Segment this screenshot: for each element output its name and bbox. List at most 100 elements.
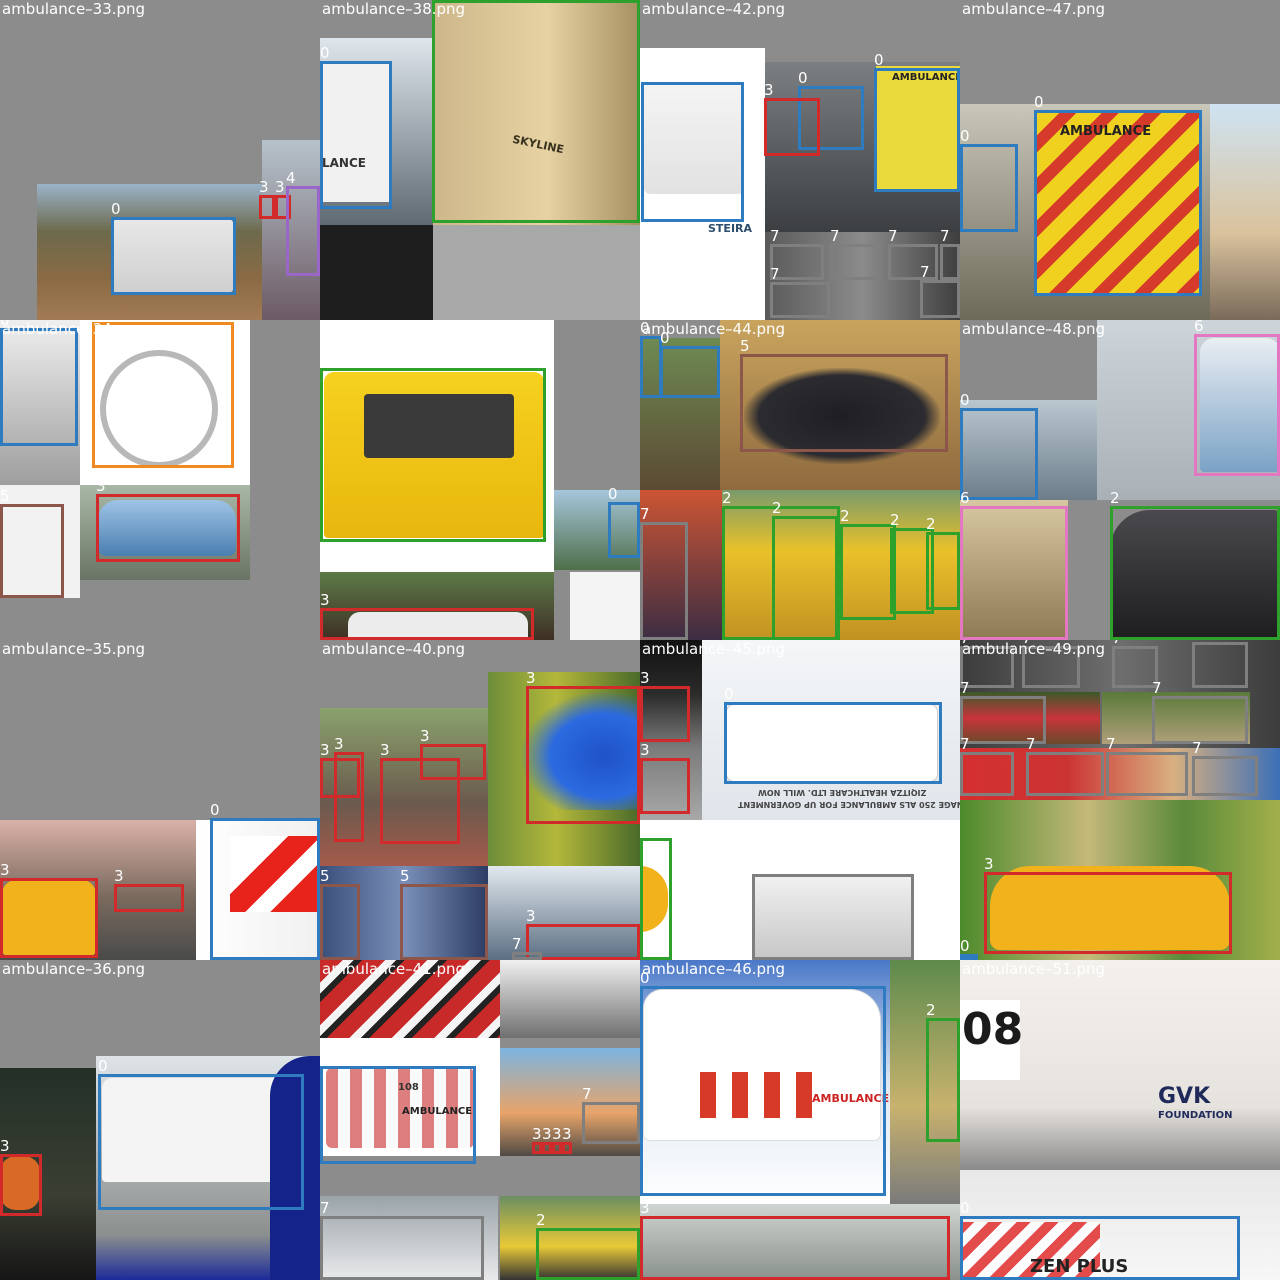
class-label: 7: [1026, 735, 1036, 753]
bbox: 0: [874, 52, 960, 192]
bbox: 3: [334, 736, 364, 842]
bbox: 0: [111, 201, 236, 295]
class-label: 3: [96, 477, 106, 495]
bbox: 6: [960, 490, 1068, 640]
bbox: 7: [1026, 736, 1104, 796]
image-lettering: GVK: [1158, 1084, 1211, 1109]
bbox: 7: [770, 266, 830, 318]
bbox: 5: [320, 868, 360, 960]
bbox: 3: [114, 868, 184, 912]
bbox: 7: [1192, 740, 1258, 796]
class-label: 7: [770, 227, 780, 245]
class-label: 5: [0, 487, 10, 505]
bbox: 6: [1194, 320, 1280, 476]
tile-filename: ambulance–48.png: [962, 320, 1106, 338]
class-label: 3: [552, 1125, 562, 1143]
tile-ambulance-40: ambulance–40.png 3 3 3 3 3 5 5 3 7: [320, 640, 640, 960]
bbox: 7: [940, 228, 960, 280]
bbox: [432, 0, 640, 223]
class-label: 3: [562, 1125, 572, 1143]
class-label: 0: [641, 65, 651, 83]
bbox: 0: [320, 1050, 476, 1164]
image-patch: [500, 960, 640, 1038]
class-label: 7: [940, 227, 950, 245]
tile-filename: ambulance–33.png: [2, 0, 146, 18]
tile-filename: ambulance–51.png: [962, 960, 1106, 978]
class-label: 2: [890, 511, 900, 529]
class-label: 5: [400, 867, 410, 885]
class-label: 0: [210, 801, 220, 819]
bbox: 0: [960, 392, 1038, 500]
bbox: 0: [0, 320, 78, 446]
tile-filename: ambulance–42.png: [642, 0, 786, 18]
class-label: 5: [320, 867, 330, 885]
bbox: 2: [772, 500, 838, 640]
bbox: 3: [96, 478, 240, 562]
class-label: 6: [960, 489, 970, 507]
class-label: 7: [1192, 739, 1202, 757]
class-label: 0: [724, 685, 734, 703]
bbox: 1: [92, 320, 234, 468]
bbox: 3: [562, 1126, 572, 1154]
bbox: 7: [512, 936, 542, 960]
class-label: 3: [542, 1125, 552, 1143]
bbox: 0: [98, 1058, 304, 1210]
mosaic-grid: ambulance–33.png 0 3 3 4 ambulance–38.pn…: [0, 0, 1280, 1280]
class-label: 7: [752, 857, 762, 875]
class-label: 7: [320, 1199, 330, 1217]
bbox: 7: [920, 264, 960, 318]
bbox: 2: [926, 1002, 960, 1142]
class-label: 2: [772, 499, 782, 517]
tile-ambulance-4: ambulance–4.png 2 0 3: [320, 320, 640, 640]
bbox: 2: [926, 516, 960, 610]
class-label: 3: [320, 591, 330, 609]
class-label: 3: [380, 741, 390, 759]
tile-ambulance-47: ambulance–47.png AMBULANCE 0 0: [960, 0, 1280, 320]
tile-filename: ambulance–46.png: [642, 960, 786, 978]
class-label: 3: [0, 1137, 10, 1155]
class-label: 0: [798, 69, 808, 87]
class-label: 7: [582, 1085, 592, 1103]
class-label: 7: [770, 265, 780, 283]
class-label: 7: [512, 935, 522, 953]
class-label: 2: [320, 351, 330, 369]
bbox: 3: [542, 1126, 552, 1154]
bbox: 0: [608, 486, 640, 558]
class-label: 0: [111, 200, 121, 218]
tile-filename: ambulance–45.png: [642, 640, 786, 658]
bbox: 7: [752, 858, 914, 960]
bbox: 3: [552, 1126, 562, 1154]
bbox: 3: [259, 179, 275, 219]
image-patch: [320, 225, 433, 320]
class-label: 3: [640, 741, 650, 759]
class-label: 2: [536, 1211, 546, 1229]
bbox: 7: [830, 228, 882, 280]
bbox: 3: [0, 862, 98, 958]
bbox: 3: [640, 1200, 950, 1280]
bbox: 2: [840, 508, 896, 620]
tile-ambulance-36: ambulance–36.png 0 3: [0, 960, 320, 1280]
bbox: 7: [960, 736, 1014, 796]
class-label: 7: [640, 505, 650, 523]
tile-filename: ambulance–47.png: [962, 0, 1106, 18]
bbox: 7: [888, 228, 938, 280]
class-label: 2: [722, 489, 732, 507]
bbox: 0: [641, 66, 744, 222]
tile-filename: ambulance–36.png: [2, 960, 146, 978]
tile-ambulance-48: ambulance–48.png 6 0 6 2: [960, 320, 1280, 640]
bbox: 0: [960, 1200, 1240, 1280]
class-label: 2: [640, 821, 650, 839]
tile-filename: ambulance–34.png: [2, 320, 146, 338]
class-label: 0: [960, 937, 970, 955]
image-patch: [433, 225, 640, 320]
class-label: 3: [526, 907, 536, 925]
bbox: 3: [640, 742, 690, 814]
class-label: 5: [740, 337, 750, 355]
tile-ambulance-44: ambulance–44.png 0 0 5 7 2 2 2 2 2: [640, 320, 960, 640]
class-label: 3: [259, 178, 269, 196]
bbox: 2: [536, 1212, 640, 1280]
bbox: 3: [640, 670, 690, 742]
bbox: 7: [1192, 640, 1248, 688]
tile-ambulance-46: ambulance–46.png AMBULANCE 0 2 3: [640, 960, 960, 1280]
bbox: 7: [320, 1200, 484, 1280]
